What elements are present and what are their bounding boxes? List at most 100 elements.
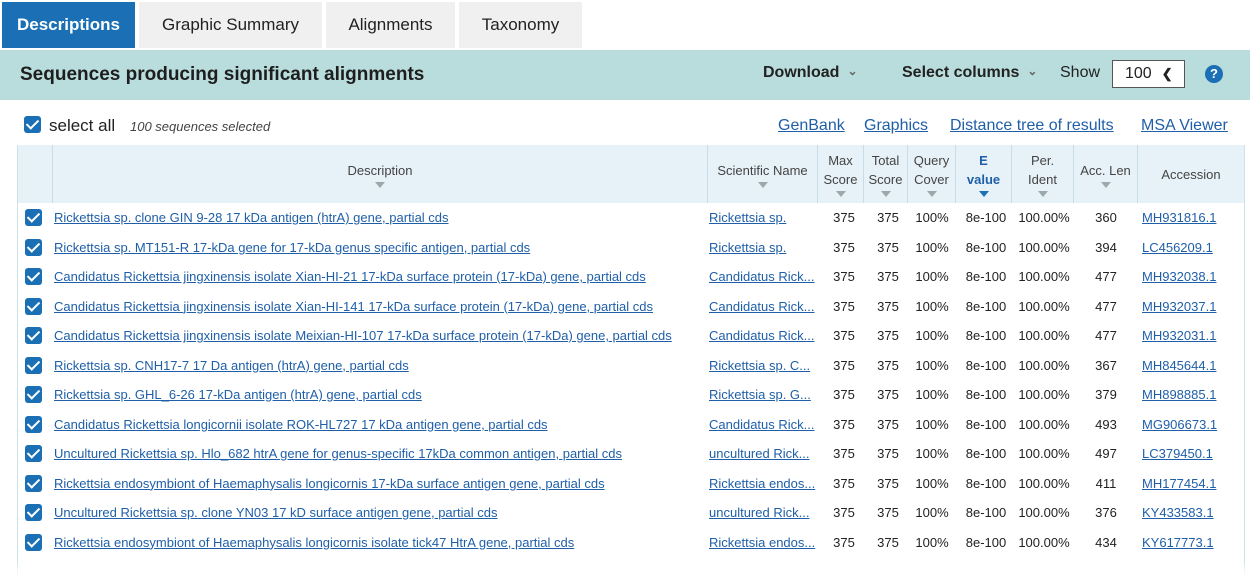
row-accession-link[interactable]: MH932037.1: [1142, 292, 1242, 321]
row-query-cover: 100%: [915, 416, 949, 432]
row-description-link[interactable]: Candidatus Rickettsia longicornii isolat…: [54, 410, 706, 439]
row-query-cover: 100%: [915, 298, 949, 314]
row-max-score: 375: [833, 269, 855, 284]
row-scientific-name-link[interactable]: Candidatus Rick...: [709, 262, 816, 291]
tab-taxonomy[interactable]: Taxonomy: [459, 2, 582, 48]
row-accession-link[interactable]: MH845644.1: [1142, 351, 1242, 380]
distance-tree-link[interactable]: Distance tree of results: [950, 117, 1114, 135]
row-checkbox[interactable]: [25, 504, 42, 521]
row-description-link[interactable]: Candidatus Rickettsia jingxinensis isola…: [54, 292, 706, 321]
table-row: Uncultured Rickettsia sp. clone YN03 17 …: [18, 498, 1244, 528]
row-e-value: 8e-100: [965, 298, 1007, 314]
column-accession[interactable]: Accession: [1138, 145, 1244, 203]
row-checkbox[interactable]: [25, 297, 42, 315]
graphics-link[interactable]: Graphics: [864, 117, 928, 135]
row-e-value: 8e-100: [965, 446, 1007, 461]
row-total-score: 375: [877, 298, 899, 314]
row-checkbox[interactable]: [25, 268, 42, 285]
column-max-score[interactable]: Max Score: [818, 145, 864, 203]
row-description-link[interactable]: Rickettsia sp. CNH17-7 17 Da antigen (ht…: [54, 351, 706, 380]
download-dropdown[interactable]: Download ⌄: [763, 64, 858, 82]
show-count-value: 100: [1125, 65, 1152, 82]
row-scientific-name-link[interactable]: Candidatus Rick...: [709, 292, 816, 321]
row-description-link[interactable]: Rickettsia sp. GHL_6-26 17-kDa antigen (…: [54, 380, 706, 409]
tab-descriptions[interactable]: Descriptions: [2, 2, 135, 48]
row-accession-link[interactable]: MG906673.1: [1142, 410, 1242, 439]
row-scientific-name-link[interactable]: Rickettsia sp.: [709, 203, 816, 232]
show-count-select[interactable]: 100 ❮: [1112, 60, 1185, 88]
column-label: Total Score: [868, 153, 903, 187]
sort-arrow-icon: [978, 191, 989, 197]
column-description[interactable]: Description: [53, 145, 708, 203]
row-acc-len: 394: [1095, 239, 1117, 255]
row-scientific-name-link[interactable]: Candidatus Rick...: [709, 410, 816, 439]
row-checkbox[interactable]: [25, 238, 42, 256]
row-max-score: 375: [833, 298, 855, 314]
row-scientific-name-link[interactable]: Rickettsia endos...: [709, 469, 816, 498]
row-description-link[interactable]: Rickettsia sp. MT151-R 17-kDa gene for 1…: [54, 233, 706, 262]
row-description-link[interactable]: Rickettsia sp. clone GIN 9-28 17 kDa ant…: [54, 203, 706, 232]
row-accession-link[interactable]: MH177454.1: [1142, 469, 1242, 498]
row-description-link[interactable]: Candidatus Rickettsia jingxinensis isola…: [54, 262, 706, 291]
row-checkbox[interactable]: [25, 415, 42, 433]
selected-count-text: 100 sequences selected: [130, 119, 271, 134]
row-description-link[interactable]: Uncultured Rickettsia sp. clone YN03 17 …: [54, 498, 706, 527]
row-accession-link[interactable]: KY617773.1: [1142, 528, 1242, 557]
row-acc-len: 434: [1095, 534, 1117, 550]
select-all-checkbox[interactable]: [24, 116, 41, 133]
row-e-value: 8e-100: [965, 387, 1007, 402]
column-query-cover[interactable]: Query Cover: [908, 145, 956, 203]
column-acc-len[interactable]: Acc. Len: [1074, 145, 1138, 203]
page-title: Sequences producing significant alignmen…: [20, 64, 425, 85]
sort-arrow-icon: [1037, 191, 1048, 197]
row-checkbox[interactable]: [25, 327, 42, 344]
row-scientific-name-link[interactable]: Rickettsia sp. C...: [709, 351, 816, 380]
row-accession-link[interactable]: KY433583.1: [1142, 498, 1242, 527]
tab-graphic-summary[interactable]: Graphic Summary: [139, 2, 322, 48]
column-label: Accession: [1161, 166, 1221, 182]
row-per-ident: 100.00%: [1018, 269, 1070, 284]
row-scientific-name-link[interactable]: Rickettsia sp. G...: [709, 380, 816, 409]
genbank-link[interactable]: GenBank: [778, 117, 845, 135]
row-checkbox[interactable]: [25, 386, 42, 403]
column-e-value[interactable]: E value: [956, 145, 1012, 203]
row-accession-link[interactable]: LC379450.1: [1142, 439, 1242, 468]
column-scientific-name[interactable]: Scientific Name: [708, 145, 818, 203]
row-checkbox[interactable]: [25, 474, 42, 492]
row-acc-len: 477: [1095, 328, 1117, 343]
row-scientific-name-link[interactable]: Rickettsia endos...: [709, 528, 816, 557]
row-scientific-name-link[interactable]: uncultured Rick...: [709, 439, 816, 468]
row-description-link[interactable]: Candidatus Rickettsia jingxinensis isola…: [54, 321, 706, 350]
row-checkbox[interactable]: [25, 356, 42, 374]
row-acc-len: 477: [1095, 298, 1117, 314]
row-scientific-name-link[interactable]: uncultured Rick...: [709, 498, 816, 527]
table-row: Rickettsia sp. clone GIN 9-28 17 kDa ant…: [18, 203, 1244, 233]
column-per-ident[interactable]: Per. Ident: [1012, 145, 1074, 203]
row-query-cover: 100%: [915, 210, 949, 225]
row-total-score: 375: [877, 210, 899, 225]
row-total-score: 375: [877, 534, 899, 550]
row-checkbox[interactable]: [25, 209, 42, 226]
row-description-link[interactable]: Uncultured Rickettsia sp. Hlo_682 htrA g…: [54, 439, 706, 468]
row-accession-link[interactable]: LC456209.1: [1142, 233, 1242, 262]
row-scientific-name-link[interactable]: Candidatus Rick...: [709, 321, 816, 350]
row-per-ident: 100.00%: [1018, 328, 1070, 343]
row-accession-link[interactable]: MH932031.1: [1142, 321, 1242, 350]
row-checkbox[interactable]: [25, 533, 42, 551]
row-scientific-name-link[interactable]: Rickettsia sp.: [709, 233, 816, 262]
row-accession-link[interactable]: MH931816.1: [1142, 203, 1242, 232]
column-total-score[interactable]: Total Score: [864, 145, 908, 203]
row-max-score: 375: [833, 534, 855, 550]
msa-viewer-link[interactable]: MSA Viewer: [1141, 117, 1228, 135]
scroll-fade: [0, 562, 1250, 576]
tab-alignments[interactable]: Alignments: [326, 2, 455, 48]
help-icon[interactable]: ?: [1205, 65, 1223, 83]
row-description-link[interactable]: Rickettsia endosymbiont of Haemaphysalis…: [54, 528, 706, 557]
select-columns-dropdown[interactable]: Select columns ⌄: [902, 64, 1037, 82]
row-total-score: 375: [877, 416, 899, 432]
row-max-score: 375: [833, 328, 855, 343]
row-accession-link[interactable]: MH932038.1: [1142, 262, 1242, 291]
row-description-link[interactable]: Rickettsia endosymbiont of Haemaphysalis…: [54, 469, 706, 498]
row-checkbox[interactable]: [25, 445, 42, 462]
row-accession-link[interactable]: MH898885.1: [1142, 380, 1242, 409]
